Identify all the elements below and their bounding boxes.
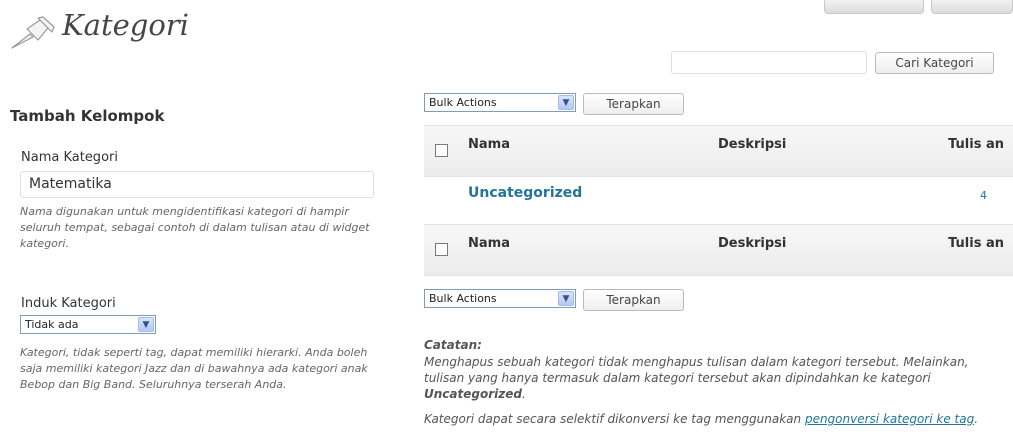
convert-note-before: Kategori dapat secara selektif dikonvers…	[424, 412, 805, 426]
select-all-checkbox[interactable]	[435, 144, 448, 157]
category-count-link[interactable]: 4	[924, 189, 987, 202]
chevron-down-icon: ▼	[558, 95, 574, 110]
note-text-after: .	[521, 387, 526, 401]
table-header: Nama Deskripsi Tulis an	[424, 125, 1013, 177]
search-categories-button[interactable]: Cari Kategori	[875, 52, 994, 74]
add-category-heading: Tambah Kelompok	[10, 107, 165, 125]
bulk-actions-value-bottom: Bulk Actions	[429, 292, 497, 305]
parent-category-value: Tidak ada	[25, 318, 79, 331]
apply-button-top[interactable]: Terapkan	[583, 93, 684, 115]
screen-options-tab[interactable]	[824, 0, 924, 14]
bulk-actions-select-top[interactable]: Bulk Actions ▼	[424, 93, 576, 112]
category-name-help: Nama digunakan untuk mengidentifikasi ka…	[20, 205, 370, 250]
pushpin-icon	[10, 16, 58, 50]
help-tab[interactable]	[931, 0, 1013, 14]
category-name-link[interactable]: Uncategorized	[468, 185, 582, 201]
chevron-down-icon: ▼	[558, 291, 574, 306]
table-row: Uncategorized 4	[424, 177, 1013, 224]
parent-category-help: Kategori, tidak seperti tag, dapat memil…	[20, 346, 368, 391]
category-name-label: Nama Kategori	[21, 150, 118, 165]
note-title: Catatan:	[424, 338, 482, 352]
column-name-footer[interactable]: Nama	[468, 236, 510, 251]
table-footer: Nama Deskripsi Tulis an	[424, 224, 1013, 276]
column-name-header[interactable]: Nama	[468, 137, 510, 152]
convert-note: Kategori dapat secara selektif dikonvers…	[424, 411, 1009, 427]
parent-category-label: Induk Kategori	[21, 296, 116, 311]
category-converter-link[interactable]: pengonversi kategori ke tag	[805, 412, 974, 426]
note-text-uncategorized: Uncategorized	[424, 387, 522, 401]
convert-note-after: .	[974, 412, 979, 426]
note-text: Menghapus sebuah kategori tidak menghapu…	[424, 354, 1009, 402]
note-text-before: Menghapus sebuah kategori tidak menghapu…	[424, 355, 969, 385]
page-title: Kategori	[62, 8, 189, 42]
column-count-footer[interactable]: Tulis an	[948, 236, 1004, 252]
search-input[interactable]	[671, 51, 867, 74]
apply-button-bottom[interactable]: Terapkan	[583, 289, 684, 311]
bulk-actions-select-bottom[interactable]: Bulk Actions ▼	[424, 289, 576, 308]
column-count-header[interactable]: Tulis an	[948, 137, 1004, 153]
select-all-checkbox-footer[interactable]	[435, 243, 448, 256]
column-description-footer[interactable]: Deskripsi	[718, 236, 786, 251]
bulk-actions-value: Bulk Actions	[429, 96, 497, 109]
column-description-header[interactable]: Deskripsi	[718, 137, 786, 152]
category-name-input[interactable]: Matematika	[20, 171, 374, 198]
chevron-down-icon: ▼	[138, 317, 154, 332]
parent-category-select[interactable]: Tidak ada ▼	[20, 315, 156, 334]
